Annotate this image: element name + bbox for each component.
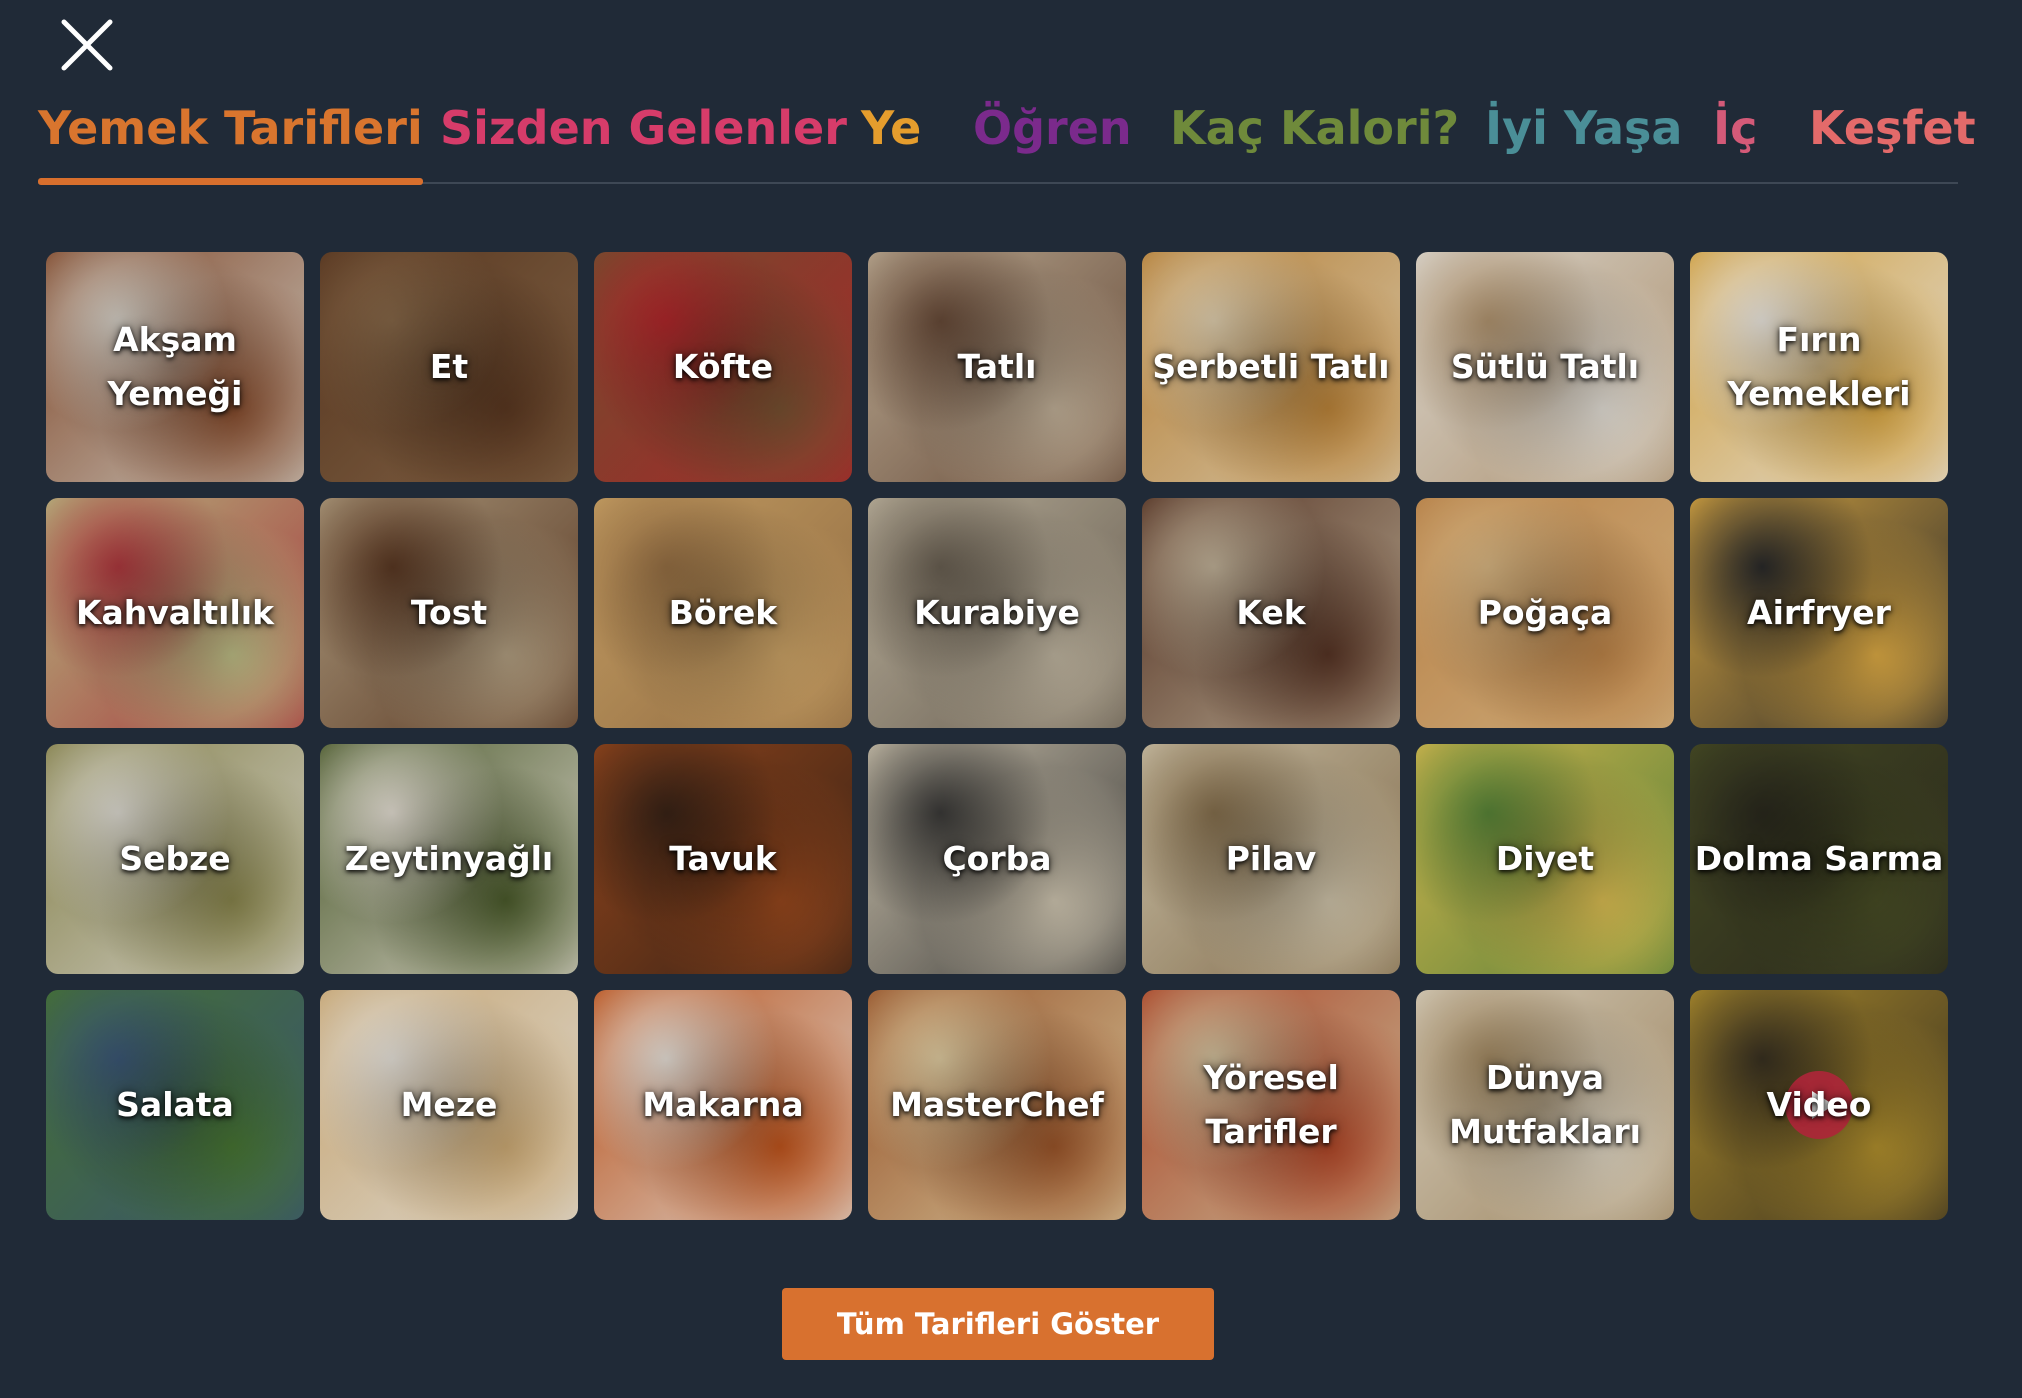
category-tile-airfryer[interactable]: Airfryer xyxy=(1690,498,1948,728)
category-tile-label: Börek xyxy=(668,593,778,632)
category-tile-label: Pilav xyxy=(1225,839,1317,878)
category-tile-label: Poğaça xyxy=(1477,593,1613,632)
category-tile-label: Makarna xyxy=(642,1085,804,1124)
tab-sizden-gelenler[interactable]: Sizden Gelenler xyxy=(440,94,847,182)
category-tile-label: Video xyxy=(1766,1085,1872,1124)
category-tile-tatli[interactable]: Tatlı xyxy=(868,252,1126,482)
category-tile-label: Akşam Yemeği xyxy=(107,320,243,413)
category-tile-aksam-yemegi[interactable]: Akşam Yemeği xyxy=(46,252,304,482)
category-tile-label: Et xyxy=(429,347,469,386)
category-tile-label: Tost xyxy=(410,593,488,632)
category-tile-sutlu-tatli[interactable]: Sütlü Tatlı xyxy=(1416,252,1674,482)
show-all-recipes-button[interactable]: Tüm Tarifleri Göster xyxy=(782,1288,1214,1360)
category-tile-kofte[interactable]: Köfte xyxy=(594,252,852,482)
category-tile-label: Airfryer xyxy=(1747,593,1891,632)
category-tile-kek[interactable]: Kek xyxy=(1142,498,1400,728)
category-tile-et[interactable]: Et xyxy=(320,252,578,482)
category-tile-firin-yemekleri[interactable]: Fırın Yemekleri xyxy=(1690,252,1948,482)
category-tile-meze[interactable]: Meze xyxy=(320,990,578,1220)
category-tile-yoresel-tarifler[interactable]: Yöresel Tarifler xyxy=(1142,990,1400,1220)
category-tile-label: Sütlü Tatlı xyxy=(1450,347,1640,386)
category-tile-video[interactable]: Video xyxy=(1690,990,1948,1220)
category-tile-pilav[interactable]: Pilav xyxy=(1142,744,1400,974)
category-tile-borek[interactable]: Börek xyxy=(594,498,852,728)
category-tile-diyet[interactable]: Diyet xyxy=(1416,744,1674,974)
category-tile-kurabiye[interactable]: Kurabiye xyxy=(868,498,1126,728)
category-tabs: Yemek Tarifleri Sizden Gelenler Ye Öğren… xyxy=(38,94,1976,185)
category-tile-label: Diyet xyxy=(1495,839,1595,878)
category-tile-tost[interactable]: Tost xyxy=(320,498,578,728)
category-tile-label: Köfte xyxy=(672,347,774,386)
close-button[interactable] xyxy=(58,16,116,74)
tab-ic[interactable]: İç xyxy=(1713,94,1757,182)
category-tile-tavuk[interactable]: Tavuk xyxy=(594,744,852,974)
category-tile-label: Tatlı xyxy=(957,347,1037,386)
category-tile-label: Meze xyxy=(400,1085,498,1124)
recipe-category-grid: Akşam Yemeği Et Köfte Tatlı Şerbetli Tat… xyxy=(46,252,1948,1220)
category-tile-label: Kek xyxy=(1236,593,1306,632)
category-tile-kahvaltilik[interactable]: Kahvaltılık xyxy=(46,498,304,728)
category-tile-masterchef[interactable]: MasterChef xyxy=(868,990,1126,1220)
category-tile-corba[interactable]: Çorba xyxy=(868,744,1126,974)
tab-yemek-tarifleri[interactable]: Yemek Tarifleri xyxy=(38,94,423,185)
category-tile-zeytinyagli[interactable]: Zeytinyağlı xyxy=(320,744,578,974)
category-tile-label: Fırın Yemekleri xyxy=(1727,320,1911,413)
tab-kac-kalori[interactable]: Kaç Kalori? xyxy=(1170,94,1459,182)
category-tile-label: Salata xyxy=(116,1085,234,1124)
category-tile-label: Çorba xyxy=(942,839,1052,878)
category-tile-makarna[interactable]: Makarna xyxy=(594,990,852,1220)
tab-iyi-yasa[interactable]: İyi Yaşa xyxy=(1485,94,1682,182)
category-tile-label: Kurabiye xyxy=(914,593,1080,632)
category-tile-pogaca[interactable]: Poğaça xyxy=(1416,498,1674,728)
category-tile-label: Şerbetli Tatlı xyxy=(1152,347,1390,386)
tab-ye[interactable]: Ye xyxy=(861,94,921,182)
category-tile-label: Dünya Mutfakları xyxy=(1449,1058,1641,1151)
tab-ogren[interactable]: Öğren xyxy=(973,94,1132,182)
close-icon xyxy=(61,19,113,71)
category-tile-serbetli-tatli[interactable]: Şerbetli Tatlı xyxy=(1142,252,1400,482)
category-tile-sebze[interactable]: Sebze xyxy=(46,744,304,974)
category-tile-label: Dolma Sarma xyxy=(1694,839,1944,878)
category-tile-label: Sebze xyxy=(119,839,231,878)
category-tile-dolma-sarma[interactable]: Dolma Sarma xyxy=(1690,744,1948,974)
tab-kesfet[interactable]: Keşfet xyxy=(1809,94,1976,182)
category-tile-label: Kahvaltılık xyxy=(75,593,275,632)
category-tile-dunya-mutfaklari[interactable]: Dünya Mutfakları xyxy=(1416,990,1674,1220)
category-tile-label: Tavuk xyxy=(669,839,777,878)
category-tile-label: Zeytinyağlı xyxy=(344,839,554,878)
category-tile-label: Yöresel Tarifler xyxy=(1203,1058,1339,1151)
category-tile-label: MasterChef xyxy=(890,1085,1104,1124)
category-tile-salata[interactable]: Salata xyxy=(46,990,304,1220)
